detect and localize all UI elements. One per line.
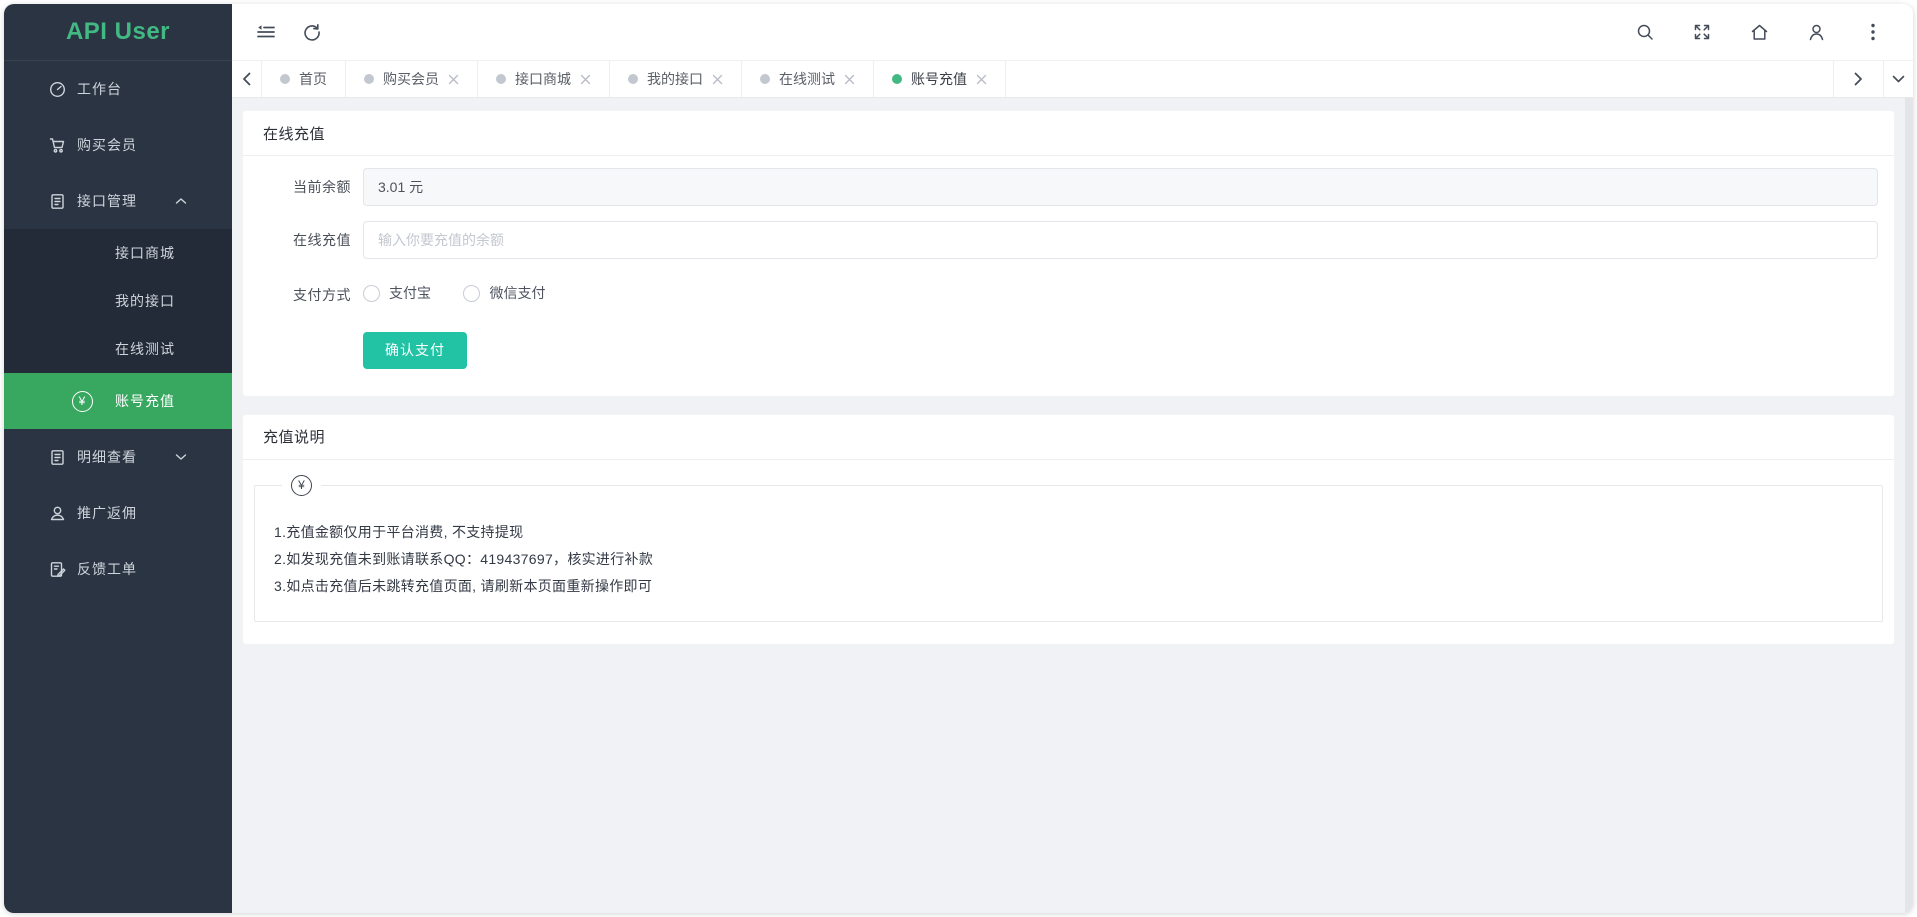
note-line-3: 3.如点击充值后未跳转充值页面, 请刷新本页面重新操作即可 [274,573,1862,600]
yen-circle-icon: ¥ [282,475,321,496]
tab-my-apis[interactable]: 我的接口 [610,61,742,97]
tabs-scroll-right-button[interactable] [1833,61,1883,97]
chevron-down-icon [175,453,187,461]
close-icon[interactable] [712,74,723,85]
collapse-sidebar-icon[interactable] [256,22,276,42]
tab-label: 首页 [299,69,327,89]
sidebar-item-label: 购买会员 [77,135,137,155]
tab-api-store[interactable]: 接口商城 [478,61,610,97]
tab-online-test[interactable]: 在线测试 [742,61,874,97]
close-icon[interactable] [844,74,855,85]
tabs-scroll-left-button[interactable] [232,61,262,97]
dashboard-icon [49,81,66,98]
user-avatar-icon[interactable] [1806,22,1826,42]
sidebar-item-details-view[interactable]: 明细查看 [4,429,232,485]
tab-home[interactable]: 首页 [262,61,346,97]
sidebar-item-api-management[interactable]: 接口管理 [4,173,232,229]
sidebar-item-label: 在线测试 [115,339,175,359]
tab-status-dot [760,74,770,84]
radio-circle-icon [463,285,480,302]
tab-bar: 首页 购买会员 接口商城 我的接口 [232,60,1913,98]
sidebar-item-label: 我的接口 [115,291,175,311]
app-logo: API User [4,4,232,61]
radio-label: 微信支付 [489,283,545,303]
submenu-api-management: 接口商城 我的接口 在线测试 ¥ 账号充值 [4,229,232,429]
refresh-icon[interactable] [302,22,322,42]
tab-label: 接口商城 [515,69,571,89]
recharge-form: 当前余额 在线充值 支付方式 [243,156,1894,396]
tab-account-recharge[interactable]: 账号充值 [874,61,1006,97]
main-area: 首页 购买会员 接口商城 我的接口 [232,4,1913,913]
sidebar-item-label: 接口商城 [115,243,175,263]
close-icon[interactable] [580,74,591,85]
search-icon[interactable] [1635,22,1655,42]
sidebar: API User 工作台 购买会员 接口管理 接口商城 [4,4,232,913]
top-bar [232,4,1913,60]
tab-status-dot [892,74,902,84]
tabs-menu-dropdown-button[interactable] [1883,61,1913,97]
note-line-1: 1.充值金额仅用于平台消费, 不支持提现 [274,519,1862,546]
sidebar-item-my-apis[interactable]: 我的接口 [4,277,232,325]
online-recharge-card: 在线充值 当前余额 在线充值 [242,110,1895,397]
tab-label: 账号充值 [911,69,967,89]
confirm-payment-button[interactable]: 确认支付 [363,332,467,369]
sidebar-item-account-recharge[interactable]: ¥ 账号充值 [4,373,232,429]
tab-status-dot [364,74,374,84]
tab-buy-membership[interactable]: 购买会员 [346,61,478,97]
home-icon[interactable] [1749,22,1769,42]
sidebar-item-label: 工作台 [77,79,122,99]
tab-status-dot [496,74,506,84]
radio-label: 支付宝 [389,283,431,303]
app-window: API User 工作台 购买会员 接口管理 接口商城 [4,4,1913,913]
sidebar-item-label: 明细查看 [77,447,137,467]
card-title: 在线充值 [243,111,1894,156]
card-title: 充值说明 [243,415,1894,460]
sidebar-item-label: 反馈工单 [77,559,137,579]
content-area: 在线充值 当前余额 在线充值 [232,98,1913,913]
current-balance-field[interactable] [363,168,1878,206]
sidebar-item-buy-membership[interactable]: 购买会员 [4,117,232,173]
more-kebab-icon[interactable] [1863,22,1883,42]
sidebar-item-online-test[interactable]: 在线测试 [4,325,232,373]
cart-icon [49,137,66,154]
notes-box: ¥ 1.充值金额仅用于平台消费, 不支持提现 2.如发现充值未到账请联系QQ：4… [254,485,1883,622]
tab-label: 我的接口 [647,69,703,89]
list-icon [49,449,66,466]
content-scrollbar[interactable] [1905,98,1913,913]
sidebar-item-label: 接口管理 [77,191,137,211]
document-icon [49,193,66,210]
sidebar-item-api-store[interactable]: 接口商城 [4,229,232,277]
recharge-notes-card: 充值说明 ¥ 1.充值金额仅用于平台消费, 不支持提现 2.如发现充值未到账请联… [242,414,1895,645]
tab-status-dot [280,74,290,84]
chevron-up-icon [175,197,187,205]
tab-status-dot [628,74,638,84]
wechat-pay-radio[interactable]: 微信支付 [463,283,545,303]
user-icon [49,505,66,522]
amount-label: 在线充值 [243,230,363,250]
feedback-icon [49,561,66,578]
sidebar-item-label: 账号充值 [115,391,175,411]
yen-circle-icon: ¥ [72,391,93,412]
fullscreen-icon[interactable] [1692,22,1712,42]
close-icon[interactable] [976,74,987,85]
close-icon[interactable] [448,74,459,85]
sidebar-item-feedback-ticket[interactable]: 反馈工单 [4,541,232,597]
note-line-2: 2.如发现充值未到账请联系QQ：419437697，核实进行补款 [274,546,1862,573]
recharge-amount-field[interactable] [363,221,1878,259]
radio-circle-icon [363,285,380,302]
tab-label: 购买会员 [383,69,439,89]
sidebar-item-workbench[interactable]: 工作台 [4,61,232,117]
alipay-radio[interactable]: 支付宝 [363,283,431,303]
sidebar-item-label: 推广返佣 [77,503,137,523]
payment-method-label: 支付方式 [243,285,363,305]
sidebar-item-promotion-rebate[interactable]: 推广返佣 [4,485,232,541]
balance-label: 当前余额 [243,177,363,197]
tab-label: 在线测试 [779,69,835,89]
